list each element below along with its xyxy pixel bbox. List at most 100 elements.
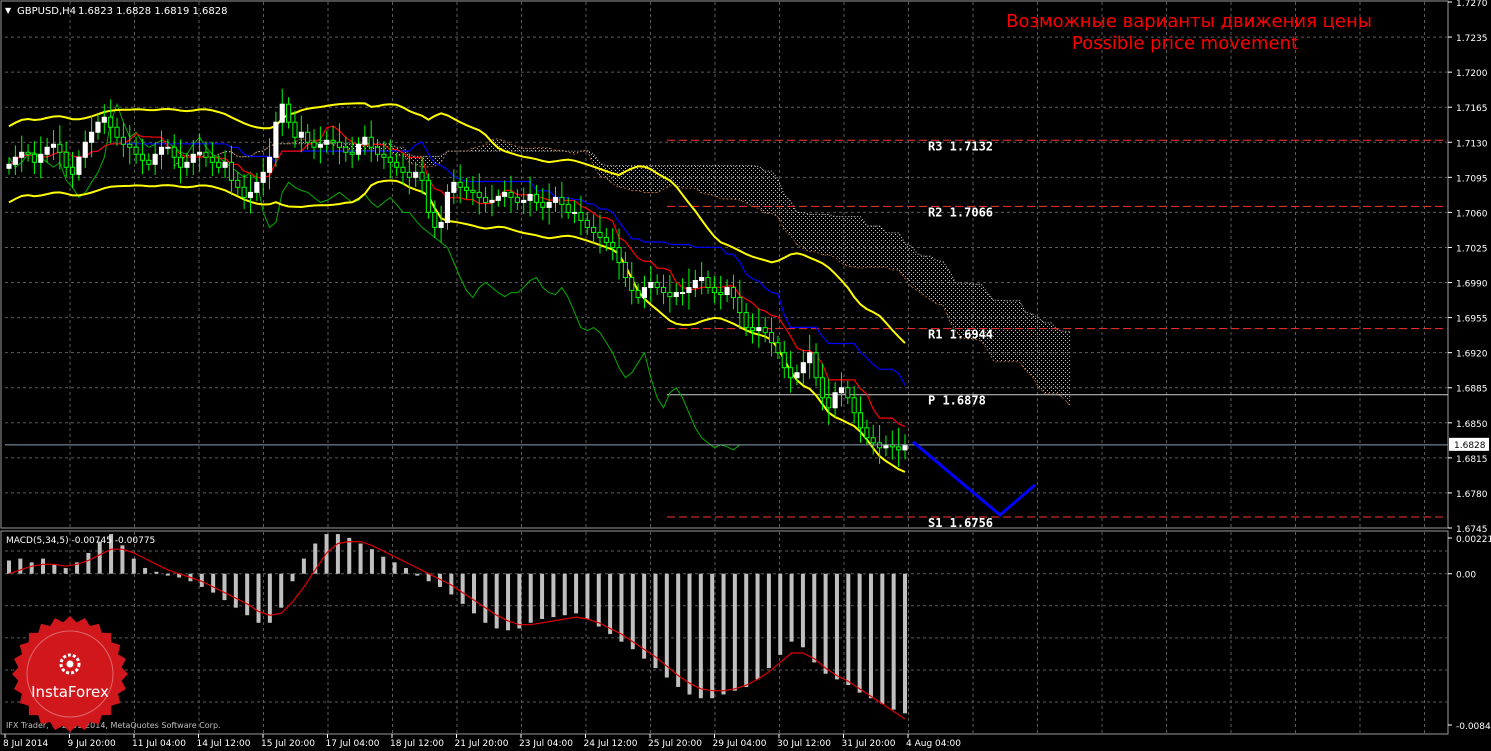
candle-body xyxy=(495,195,501,201)
macd-bar xyxy=(97,541,102,574)
candle-body xyxy=(552,196,559,203)
macd-bar xyxy=(551,573,556,618)
macd-bar xyxy=(687,573,692,695)
pivot-label-r3: R3 1.7132 xyxy=(928,139,993,153)
price-tick-label: 1.7025 xyxy=(1456,244,1488,254)
logo-text: InstaForex xyxy=(31,683,109,701)
candle-body xyxy=(139,153,146,161)
time-tick-label: 15 Jul 20:00 xyxy=(261,739,315,749)
candle-body xyxy=(413,171,419,178)
price-tick-label: 1.6990 xyxy=(1456,280,1488,290)
candle-body xyxy=(387,156,393,163)
candle-body xyxy=(870,437,876,444)
forecast-path xyxy=(912,440,1036,517)
candle-body xyxy=(864,427,870,439)
macd-bar xyxy=(698,573,703,699)
candle-body xyxy=(635,290,641,299)
candle-body xyxy=(514,196,520,203)
candle-body xyxy=(832,392,838,409)
macd-bar xyxy=(233,573,238,608)
candle-body xyxy=(667,292,673,298)
macd-bar xyxy=(369,549,374,574)
macd-bar xyxy=(256,573,261,623)
candle-body xyxy=(165,146,171,149)
candle-body xyxy=(311,141,317,148)
candle-body xyxy=(749,327,756,332)
candle-body xyxy=(330,139,336,143)
price-chart[interactable]: R3 1.7132 R2 1.7066 R1 1.6944 P 1.6878 S1 1.… xyxy=(0,0,1491,751)
macd-bar xyxy=(653,573,658,669)
candle-body xyxy=(203,151,209,158)
pivot-label-p: P 1.6878 xyxy=(928,394,986,408)
candle-body xyxy=(222,161,228,168)
macd-bar xyxy=(642,573,647,659)
price-tick-label: 1.7165 xyxy=(1456,104,1488,114)
price-tick-label: 1.6850 xyxy=(1456,420,1488,430)
candle-body xyxy=(286,103,292,123)
candle-body xyxy=(546,201,552,208)
price-tick-label: 1.7060 xyxy=(1456,209,1488,219)
macd-bar xyxy=(483,573,488,623)
candle-body xyxy=(470,189,476,193)
macd-bar xyxy=(347,537,352,574)
candle-body xyxy=(489,199,495,203)
macd-bar xyxy=(608,573,613,635)
candle-body xyxy=(591,226,597,233)
macd-bar xyxy=(494,573,499,629)
candle-body xyxy=(241,186,247,198)
macd-bar xyxy=(574,573,579,614)
macd-bar xyxy=(823,573,828,674)
price-tick-label: 1.6780 xyxy=(1456,490,1488,500)
macd-bar xyxy=(846,573,851,686)
candle-body xyxy=(190,153,196,163)
candle-body xyxy=(559,196,565,205)
time-axis[interactable]: 8 Jul 2014 9 Jul 20:00 11 Jul 04:00 14 Jul … xyxy=(3,734,961,749)
candle-body xyxy=(648,282,654,289)
chart-menu-arrow[interactable]: ▼ xyxy=(5,6,12,15)
time-tick-label: 8 Jul 2014 xyxy=(3,739,48,749)
candle-body xyxy=(133,146,139,155)
candle-body xyxy=(362,136,368,145)
macd-tick-label: -0.00844 xyxy=(1456,722,1491,732)
candle-body xyxy=(419,171,425,181)
pivot-label-r1: R1 1.6944 xyxy=(928,328,993,342)
candle-body xyxy=(603,236,609,243)
candle-body xyxy=(247,191,254,198)
time-tick-label: 9 Jul 20:00 xyxy=(68,739,117,749)
macd-bar xyxy=(154,571,159,574)
candle-body xyxy=(432,211,438,228)
cloud-area xyxy=(174,138,1071,406)
candle-body xyxy=(730,287,736,299)
macd-bar xyxy=(766,573,771,669)
price-tick-label: 1.7095 xyxy=(1456,174,1488,184)
candle-body xyxy=(711,287,717,294)
price-axis[interactable]: 1.7270 1.7235 1.7200 1.7165 1.7130 1.7095 1.70… xyxy=(1448,0,1491,751)
price-tick-label: 1.7235 xyxy=(1456,34,1488,44)
candle-body xyxy=(641,287,648,299)
candle-body xyxy=(152,153,158,165)
candle-body xyxy=(343,146,349,153)
candle-body xyxy=(521,199,527,203)
macd-bar xyxy=(29,562,34,574)
macd-bar xyxy=(880,573,885,704)
time-tick-label: 29 Jul 04:00 xyxy=(713,739,767,749)
macd-label: MACD(5,34,5) -0.00745 -0.00775 xyxy=(6,536,155,546)
price-tick-label: 1.6920 xyxy=(1456,350,1488,360)
candle-body xyxy=(324,139,330,145)
macd-bar xyxy=(721,573,726,695)
candle-body xyxy=(254,181,260,193)
macd-bar xyxy=(744,573,749,687)
time-tick-label: 4 Aug 04:00 xyxy=(906,739,961,749)
candle-body xyxy=(95,121,101,133)
candle-body xyxy=(82,141,88,158)
grid xyxy=(5,2,1448,733)
candle-body xyxy=(578,211,584,221)
time-tick-label: 11 Jul 04:00 xyxy=(132,739,186,749)
candle-body xyxy=(25,151,31,155)
candles xyxy=(5,88,1448,467)
candle-body xyxy=(19,151,25,158)
candle-body xyxy=(807,352,813,364)
macd-bar xyxy=(131,558,136,574)
candle-body xyxy=(826,397,832,409)
candle-body xyxy=(540,201,546,208)
